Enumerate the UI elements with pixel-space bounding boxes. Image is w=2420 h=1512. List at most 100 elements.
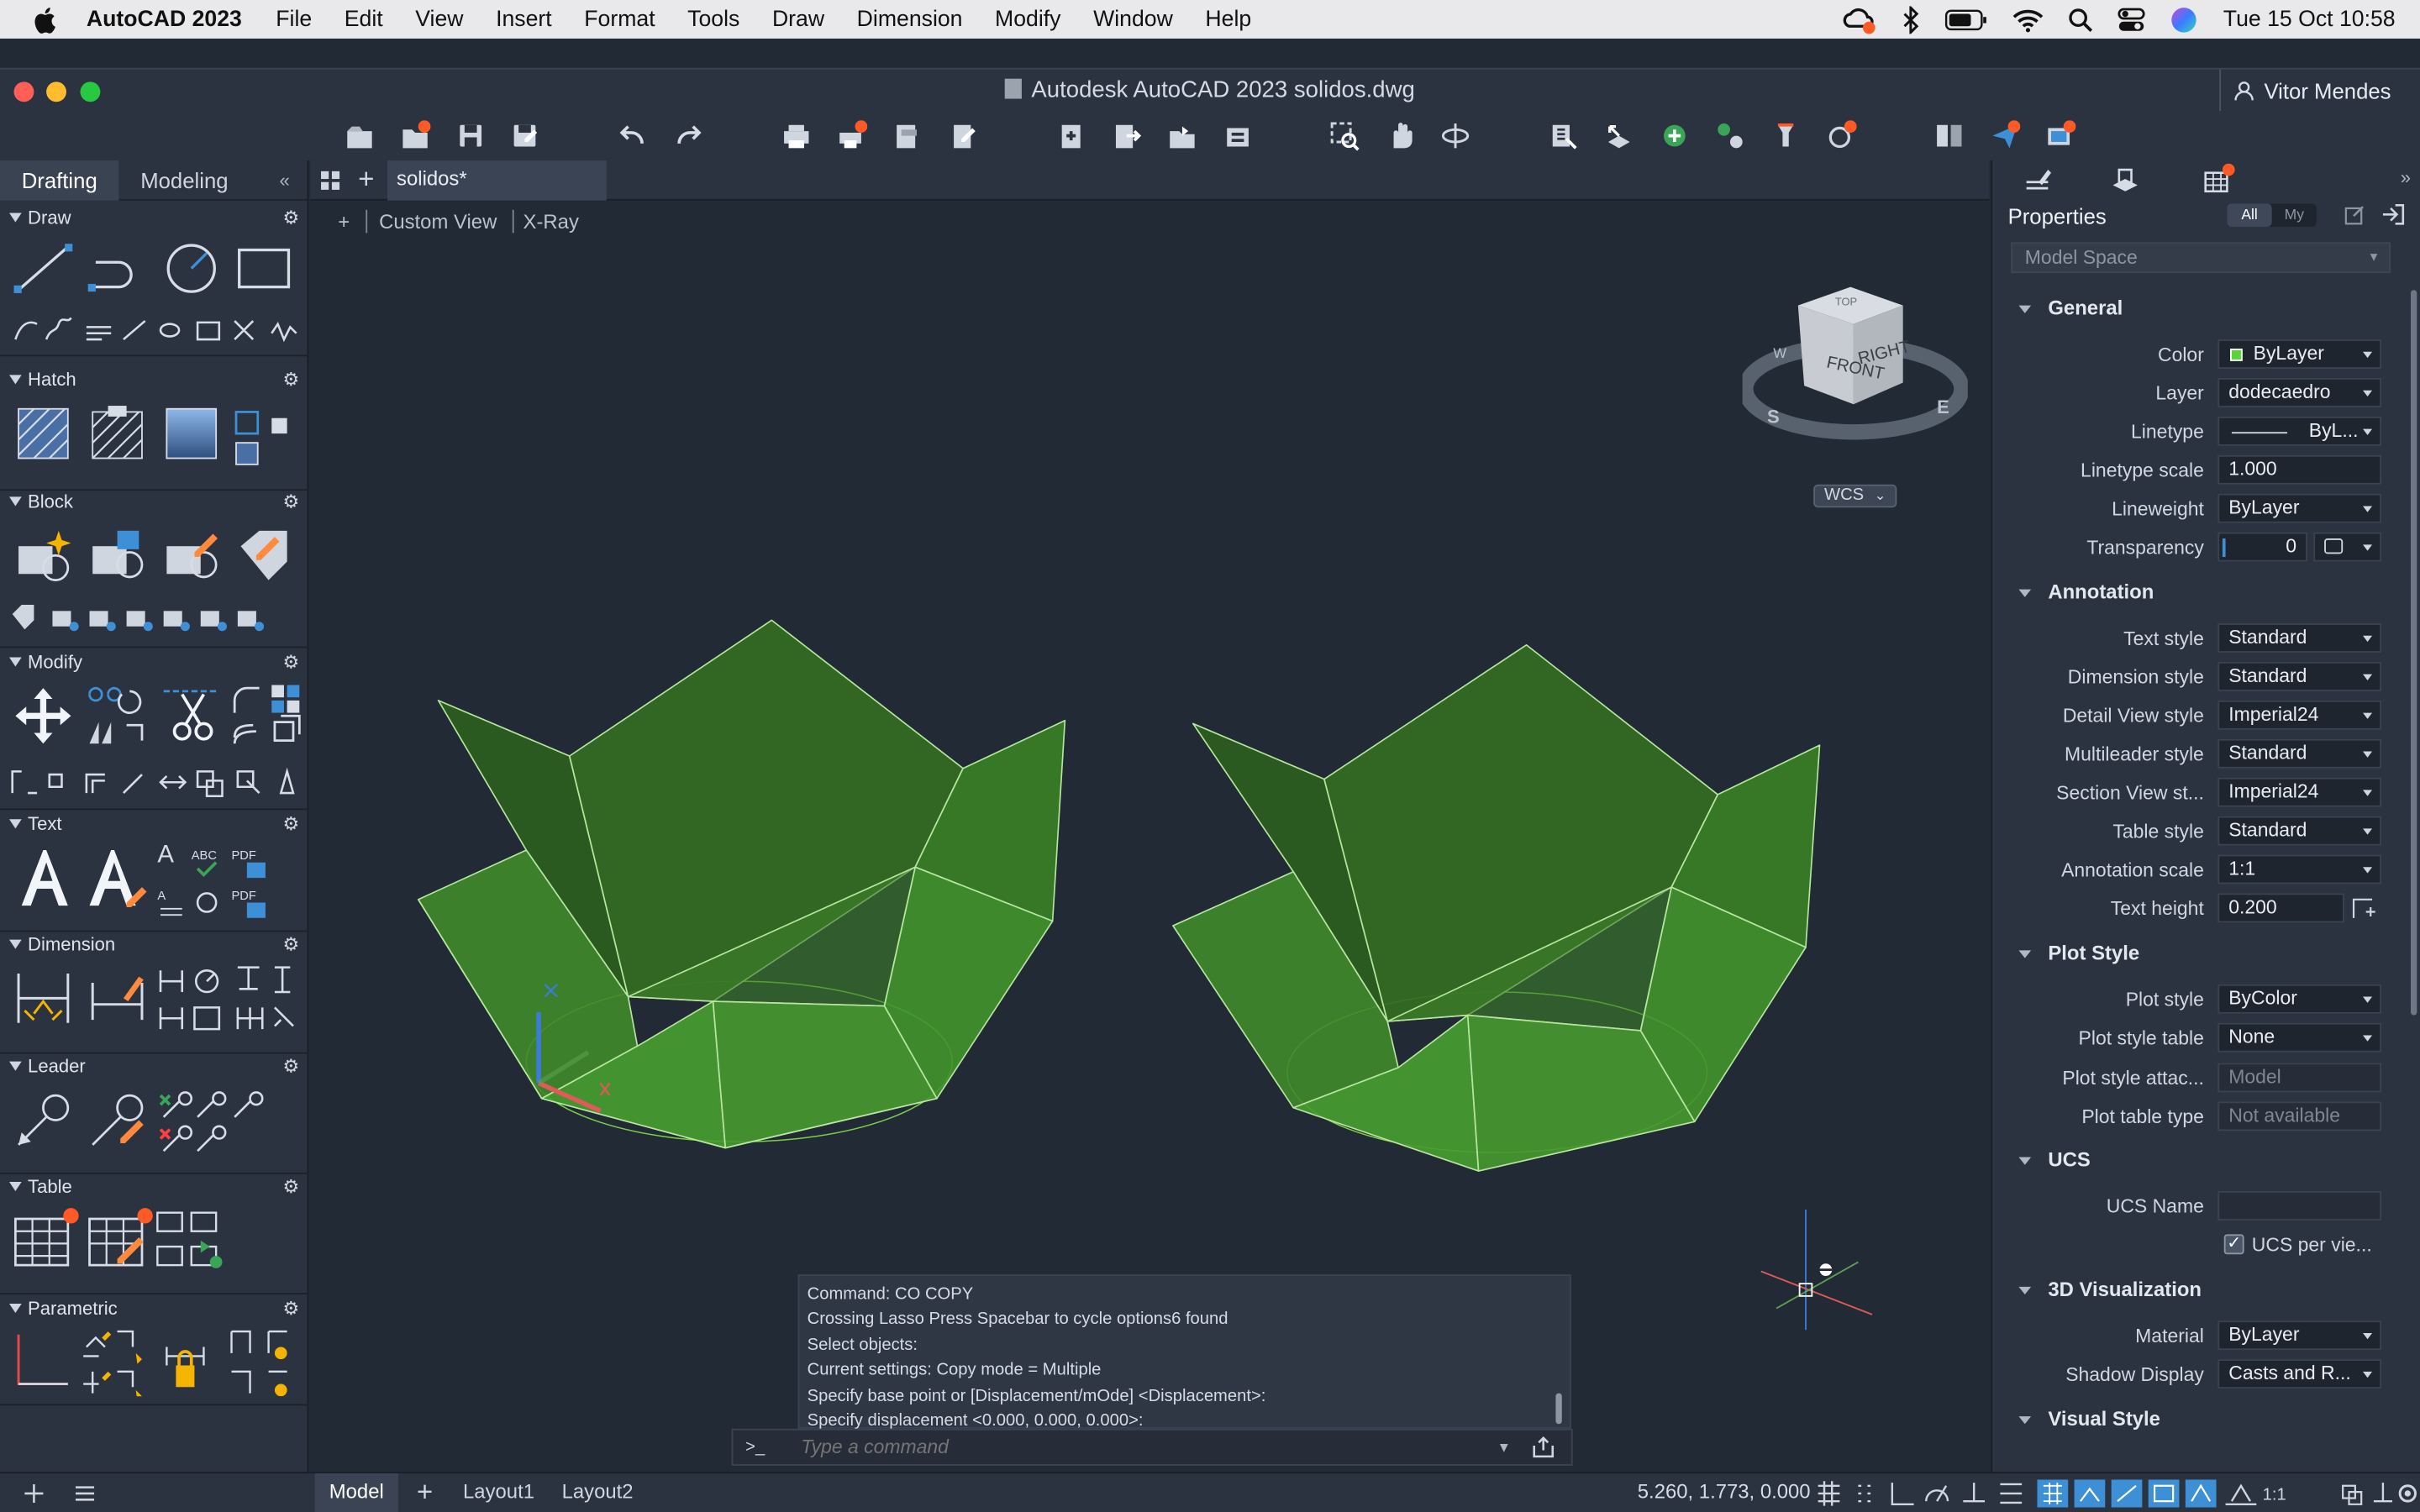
layer-off-icon[interactable] [1826,120,1857,151]
line-icon[interactable] [13,241,74,297]
insert-block-icon[interactable] [13,524,74,585]
doc-tab-solidos[interactable]: solidos* [387,160,607,201]
orbit-icon[interactable] [1440,120,1471,151]
hatch-edit-icon[interactable] [90,406,145,461]
gear-icon[interactable]: ⚙ [283,207,300,228]
section-leader-header[interactable]: Leader ⚙ [0,1053,308,1080]
section-draw-header[interactable]: Draw ⚙ [0,203,308,231]
category-ucs[interactable]: UCS [1992,1143,2420,1177]
undo-icon[interactable] [618,120,649,151]
menu-format[interactable]: Format [584,7,655,31]
edit-block-icon[interactable] [160,524,222,585]
menu-edit[interactable]: Edit [345,7,383,31]
siri-icon[interactable] [2170,5,2198,33]
pin-inspector-icon[interactable] [2381,202,2406,227]
modify-tools-left[interactable] [83,685,151,753]
bluetooth-icon[interactable] [1902,5,1921,34]
detail-view-style-dropdown[interactable]: Imperial24 [2217,700,2382,730]
text-height-field[interactable]: 0.200 [2217,893,2344,923]
isolate-layer-icon[interactable] [1659,120,1690,151]
zoom-window-icon[interactable] [1328,120,1360,151]
wcs-menu[interactable]: WCS ⌄ [1813,484,1897,508]
viewcube[interactable]: FRONT RIGHT TOP S E W [1742,278,1968,451]
layer-properties-icon[interactable] [1548,120,1579,151]
plot-style-dropdown[interactable]: ByColor [2217,984,2382,1014]
menu-window[interactable]: Window [1093,7,1173,31]
unisolate-layer-icon[interactable] [1715,120,1746,151]
plot-preview-icon[interactable] [892,120,923,151]
text-tools[interactable]: A ABC PDF A PDF [155,844,300,918]
menu-view[interactable]: View [415,7,463,31]
user-account-button[interactable]: Vitor Mendes [2219,69,2420,112]
edit-filter-icon[interactable] [2344,203,2366,225]
multileader-icon[interactable] [13,1089,74,1151]
pan-icon[interactable] [1385,120,1416,151]
multileader-style-dropdown[interactable]: Standard [2217,738,2382,769]
category-plot-style[interactable]: Plot Style [1992,937,2420,970]
new-tab-button[interactable]: + [358,164,374,197]
block-tools-row[interactable] [9,601,271,635]
etransmit-icon[interactable] [1167,120,1198,151]
section-block-header[interactable]: Block ⚙ [0,487,308,515]
circle-icon[interactable] [160,241,222,297]
shadow-display-dropdown[interactable]: Casts and R... [2217,1359,2382,1389]
gear-icon[interactable]: ⚙ [283,1055,300,1077]
transparency-slider[interactable] [2222,538,2226,558]
menu-draw[interactable]: Draw [772,7,824,31]
tab-layout1[interactable]: Layout1 [463,1473,534,1512]
wifi-icon[interactable] [2013,7,2044,32]
section-table-header[interactable]: Table ⚙ [0,1173,308,1200]
layers-tab-icon[interactable] [2110,166,2141,194]
app-menu[interactable]: AutoCAD 2023 [87,7,242,31]
create-block-icon[interactable] [87,524,148,585]
gear-icon[interactable]: ⚙ [283,933,300,955]
annotation-scale-dropdown[interactable]: 1:1 [2217,854,2382,885]
table-tools[interactable] [155,1210,232,1278]
batch-plot-icon[interactable] [837,120,868,151]
material-dropdown[interactable]: ByLayer [2217,1320,2382,1351]
gear-icon[interactable]: ⚙ [283,813,300,835]
draw-tools-row[interactable] [9,315,302,346]
selection-dropdown[interactable]: Model Space ▼ [2011,242,2391,274]
save-as-icon[interactable] [509,120,540,151]
publish-icon[interactable] [948,120,979,151]
gear-icon[interactable]: ⚙ [283,651,300,673]
import-icon[interactable] [1055,120,1086,151]
lineweight-dropdown[interactable]: ByLayer [2217,493,2382,523]
add-palette-icon[interactable] [24,1483,45,1504]
redo-icon[interactable] [673,120,704,151]
send-icon[interactable] [1990,120,2021,151]
gear-icon[interactable]: ⚙ [283,1176,300,1198]
add-layout-button[interactable]: + [417,1473,441,1512]
creative-cloud-icon[interactable] [1840,4,1877,35]
blocks-tab-icon[interactable] [2199,163,2236,195]
tab-drafting[interactable]: Drafting [0,160,119,200]
dimension-style-icon[interactable] [87,968,148,1029]
text-style-dropdown[interactable]: Standard [2217,623,2382,653]
geometric-constraint-icon[interactable] [13,1328,74,1393]
coordinates-readout[interactable]: 5.260, 1.773, 0.000 [1638,1473,1811,1512]
plot-style-table-dropdown[interactable]: None [2217,1022,2382,1053]
apple-icon[interactable] [31,4,62,35]
dimension-icon[interactable] [13,968,74,1029]
table-style-icon[interactable] [87,1204,157,1272]
freeze-layer-icon[interactable] [1770,120,1802,151]
move-icon[interactable] [13,685,74,747]
layer-dropdown[interactable]: dodecaedro [2217,377,2382,407]
dimension-style-dropdown[interactable]: Standard [2217,661,2382,691]
category-general[interactable]: General [1992,291,2420,325]
control-center-icon[interactable] [2118,7,2146,31]
section-view-style-dropdown[interactable]: Imperial24 [2217,777,2382,807]
filter-my[interactable]: My [2272,203,2317,227]
export-icon[interactable] [1111,120,1142,151]
command-prompt-icon[interactable]: >_ [733,1438,801,1457]
category-annotation[interactable]: Annotation [1992,575,2420,609]
command-scrollbar[interactable] [1555,1393,1562,1425]
tab-model[interactable]: Model [314,1473,398,1512]
transparency-mode-dropdown[interactable] [2313,532,2382,562]
color-dropdown[interactable]: ByLayer [2217,339,2382,369]
palette-menu-icon[interactable] [72,1483,97,1504]
ucs-per-viewport-checkbox[interactable]: ✓ [2223,1234,2244,1255]
start-tab-icon[interactable] [319,170,341,192]
sheet-set-icon[interactable] [1933,120,1965,151]
